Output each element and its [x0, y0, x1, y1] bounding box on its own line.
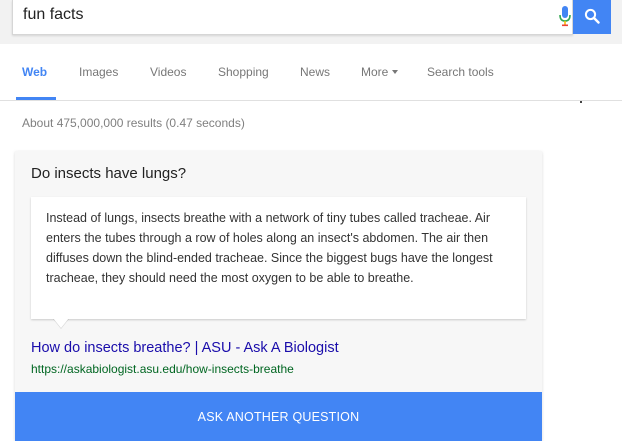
- search-input[interactable]: [23, 4, 523, 26]
- search-box: [12, 0, 573, 35]
- search-header: [0, 0, 622, 44]
- result-stats: About 475,000,000 results (0.47 seconds): [22, 116, 245, 130]
- tab-search-tools[interactable]: Search tools: [427, 65, 494, 79]
- tab-videos[interactable]: Videos: [150, 65, 186, 79]
- tab-images[interactable]: Images: [79, 65, 118, 79]
- bubble-tail: [53, 318, 69, 328]
- tab-web[interactable]: Web: [22, 65, 47, 79]
- search-tabs: Web Images Videos Shopping News More Sea…: [0, 44, 622, 101]
- tab-news[interactable]: News: [300, 65, 330, 79]
- divider-dot: [580, 101, 582, 103]
- source-url: https://askabiologist.asu.edu/how-insect…: [31, 362, 294, 376]
- answer-text: Instead of lungs, insects breathe with a…: [46, 211, 493, 285]
- featured-snippet-card: Do insects have lungs? Instead of lungs,…: [15, 151, 542, 441]
- answer-bubble: Instead of lungs, insects breathe with a…: [31, 197, 526, 328]
- question-title: Do insects have lungs?: [31, 165, 187, 182]
- tab-more-label: More: [361, 65, 389, 79]
- search-button[interactable]: [573, 0, 611, 34]
- ask-another-question-button[interactable]: ASK ANOTHER QUESTION: [15, 392, 542, 441]
- microphone-icon[interactable]: [558, 4, 572, 28]
- active-tab-indicator: [16, 97, 56, 100]
- source-link[interactable]: How do insects breathe? | ASU - Ask A Bi…: [31, 340, 339, 356]
- tab-more[interactable]: More: [361, 65, 399, 79]
- tab-shopping[interactable]: Shopping: [218, 65, 269, 79]
- caret-down-icon: [392, 69, 399, 74]
